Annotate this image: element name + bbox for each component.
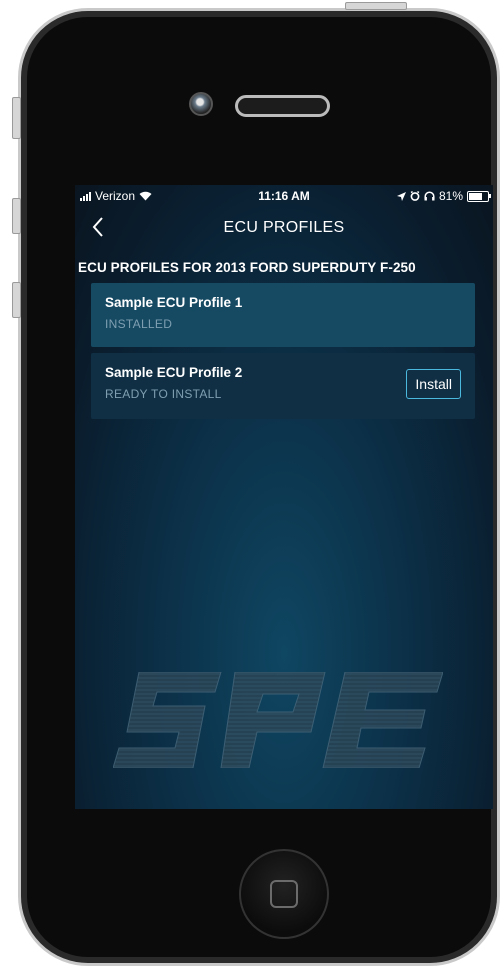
earpiece-speaker [235,95,330,117]
front-camera [189,92,213,116]
install-button[interactable]: Install [406,369,461,399]
profile-card-installed[interactable]: Sample ECU Profile 1 INSTALLED [91,283,475,347]
sleep-button [345,2,407,10]
profile-card-ready[interactable]: Sample ECU Profile 2 READY TO INSTALL In… [91,353,475,419]
status-bar: Verizon 11:16 AM 81% [75,185,493,207]
silent-switch [12,97,21,139]
profile-name: Sample ECU Profile 1 [105,295,243,310]
home-square-icon [270,880,298,908]
status-right: 81% [396,189,491,203]
battery-percent: 81% [438,189,463,203]
volume-up-button [12,198,21,234]
app-screen: Verizon 11:16 AM 81% ECU PROFILES ECU PR… [75,185,493,809]
location-icon [396,191,406,201]
volume-down-button [12,282,21,318]
profile-status: INSTALLED [105,317,173,331]
home-button[interactable] [239,849,329,939]
spe-logo-watermark [113,672,443,768]
phone-frame: Verizon 11:16 AM 81% ECU PROFILES ECU PR… [18,8,500,966]
navigation-bar: ECU PROFILES [75,207,493,247]
battery-fill [469,192,482,200]
headphones-icon [424,191,435,201]
section-title: ECU PROFILES FOR 2013 FORD SUPERDUTY F-2… [78,260,416,275]
battery-icon [467,190,491,202]
page-title: ECU PROFILES [223,219,345,236]
alarm-icon [410,191,420,201]
